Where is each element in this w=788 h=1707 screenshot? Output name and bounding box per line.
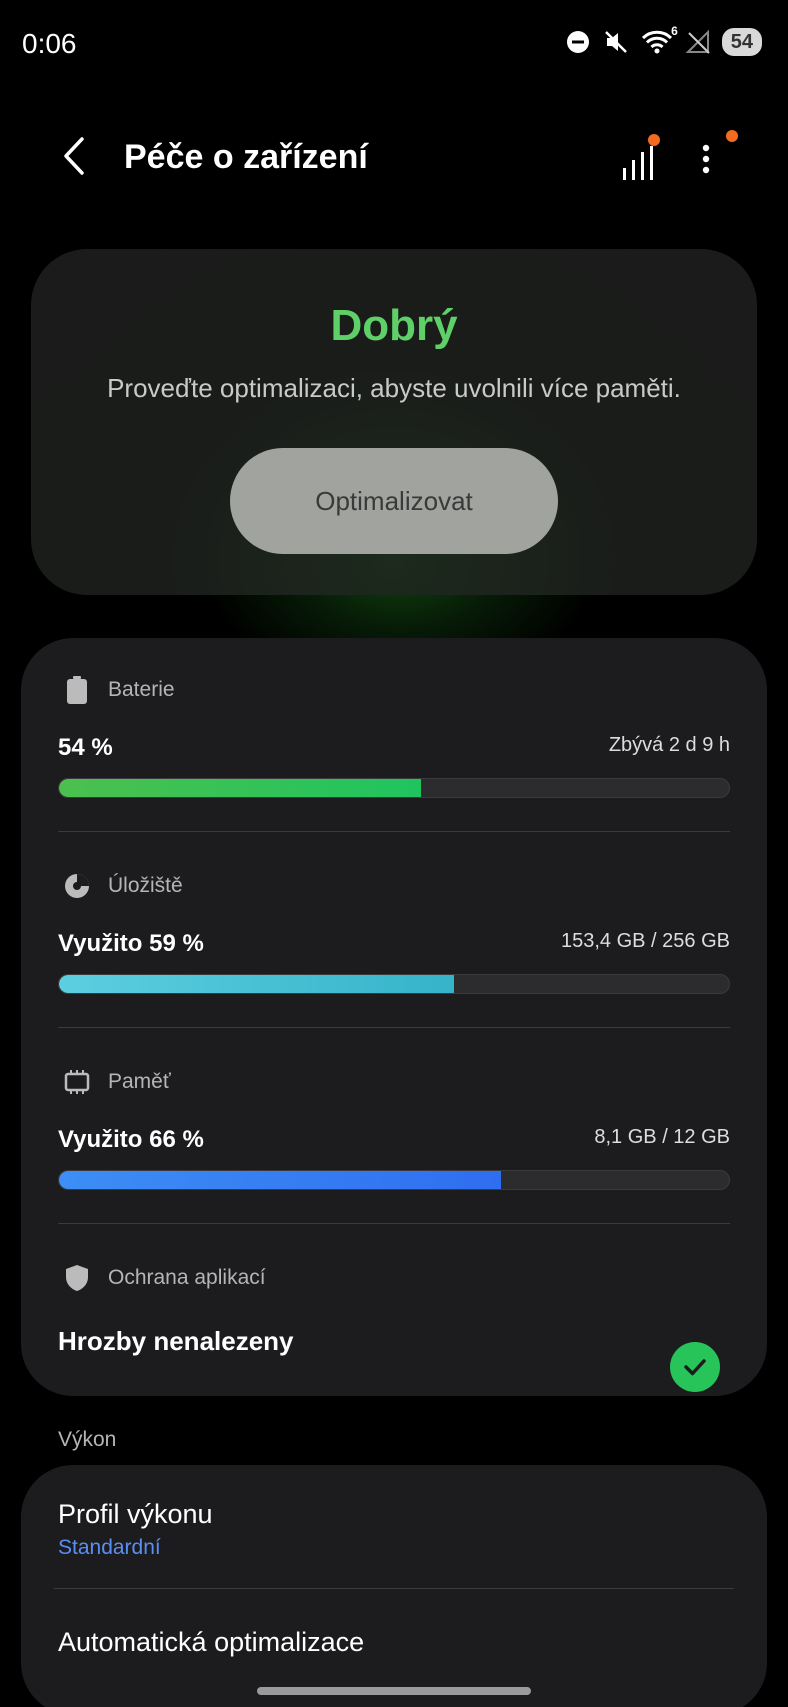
chevron-left-icon xyxy=(64,137,84,175)
divider xyxy=(58,1223,730,1224)
device-status: Dobrý xyxy=(330,301,458,350)
battery-icon xyxy=(62,675,92,705)
optimize-button[interactable]: Optimalizovat xyxy=(230,448,558,554)
performance-card: Profil výkonu Standardní Automatická opt… xyxy=(21,1465,767,1707)
battery-label: Baterie xyxy=(108,678,175,701)
status-description: Proveďte optimalizaci, abyste uvolnili v… xyxy=(107,373,681,403)
statistics-button[interactable] xyxy=(618,134,662,184)
storage-label: Úložiště xyxy=(108,874,183,897)
notification-badge xyxy=(726,130,738,142)
back-button[interactable] xyxy=(52,134,96,178)
more-options-button[interactable] xyxy=(696,130,738,184)
memory-chip-icon xyxy=(62,1067,92,1097)
wifi-icon: 6 xyxy=(640,24,678,56)
memory-label: Paměť xyxy=(108,1070,171,1093)
shield-icon xyxy=(62,1263,92,1293)
memory-used: Využito 66 % xyxy=(58,1126,204,1153)
memory-section[interactable]: Paměť Využito 66 % 8,1 GB / 12 GB xyxy=(58,1064,730,1190)
status-time: 0:06 xyxy=(22,28,77,59)
battery-percent: 54 % xyxy=(58,734,113,761)
wifi-badge: 6 xyxy=(671,24,678,38)
threat-status: Hrozby nenalezeny xyxy=(58,1326,294,1356)
pie-chart-icon xyxy=(62,871,92,901)
mute-icon xyxy=(602,28,630,56)
storage-section[interactable]: Úložiště Využito 59 % 153,4 GB / 256 GB xyxy=(58,868,730,994)
battery-section[interactable]: Baterie 54 % Zbývá 2 d 9 h xyxy=(58,672,730,798)
divider xyxy=(54,1588,734,1589)
battery-remaining: Zbývá 2 d 9 h xyxy=(608,734,730,756)
battery-progress-fill xyxy=(59,779,421,797)
performance-profile-item[interactable]: Profil výkonu Standardní xyxy=(58,1499,730,1560)
notification-badge xyxy=(648,134,660,146)
more-vertical-icon xyxy=(702,144,710,174)
memory-progress-fill xyxy=(59,1171,502,1189)
app-bar: Péče o zařízení xyxy=(0,120,788,200)
check-icon xyxy=(670,1342,720,1392)
storage-progress-fill xyxy=(59,975,455,993)
performance-profile-value: Standardní xyxy=(58,1536,161,1559)
do-not-disturb-icon xyxy=(564,28,592,56)
auto-optimization-item[interactable]: Automatická optimalizace xyxy=(58,1627,730,1658)
app-protection-label: Ochrana aplikací xyxy=(108,1266,266,1289)
memory-progress-bar xyxy=(58,1170,730,1190)
performance-section-label: Výkon xyxy=(58,1428,117,1451)
status-icons: 6 54 xyxy=(564,24,762,56)
page-title: Péče o zařízení xyxy=(124,138,368,176)
app-protection-section[interactable]: Ochrana aplikací Hrozby nenalezeny xyxy=(58,1260,730,1392)
battery-progress-bar xyxy=(58,778,730,798)
performance-profile-title: Profil výkonu xyxy=(58,1499,213,1529)
storage-capacity: 153,4 GB / 256 GB xyxy=(561,930,730,952)
divider xyxy=(58,831,730,832)
storage-used: Využito 59 % xyxy=(58,930,204,957)
summary-card: Baterie 54 % Zbývá 2 d 9 h Úložiště Využ… xyxy=(21,638,767,1396)
no-signal-icon xyxy=(684,28,712,56)
battery-icon: 54 xyxy=(721,28,762,56)
divider xyxy=(58,1027,730,1028)
home-indicator[interactable] xyxy=(257,1687,531,1695)
device-status-card: Dobrý Proveďte optimalizaci, abyste uvol… xyxy=(31,249,757,595)
storage-progress-bar xyxy=(58,974,730,994)
memory-capacity: 8,1 GB / 12 GB xyxy=(594,1126,730,1148)
auto-optimization-title: Automatická optimalizace xyxy=(58,1627,365,1657)
status-bar: 0:06 6 54 xyxy=(0,0,788,90)
